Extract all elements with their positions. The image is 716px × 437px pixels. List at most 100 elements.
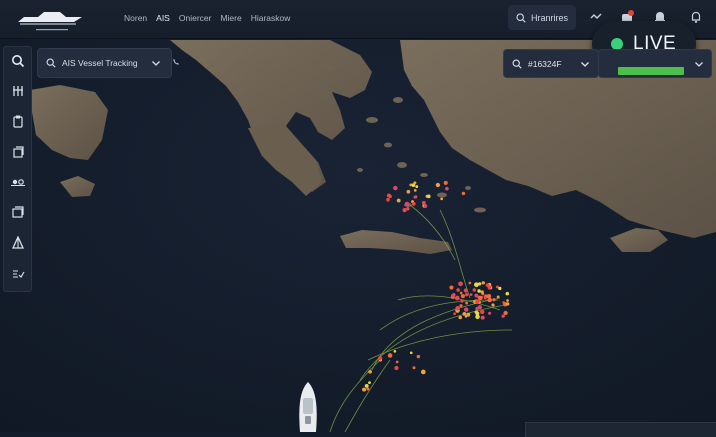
vessel-dot[interactable] [420, 369, 426, 375]
vessel-dot[interactable] [456, 288, 460, 292]
vessel-dot[interactable] [487, 297, 493, 303]
vessel-dot[interactable] [474, 293, 479, 298]
layer-select[interactable]: AIS Vessel Tracking [37, 48, 172, 78]
phone-icon[interactable] [172, 58, 180, 66]
vessel-dot[interactable] [465, 301, 469, 305]
vessel-dot[interactable] [480, 290, 484, 294]
vessel-dot[interactable] [456, 306, 460, 311]
vessel-dot[interactable] [366, 387, 370, 391]
vessel-dot[interactable] [415, 185, 419, 188]
vessel-dot[interactable] [488, 311, 492, 315]
vessel-dot[interactable] [458, 281, 462, 285]
vessel-dot[interactable] [449, 285, 454, 290]
tool-settings[interactable] [4, 169, 31, 195]
vessel-dot[interactable] [506, 302, 510, 306]
notifications-icon[interactable] [688, 9, 704, 25]
tool-stack[interactable] [4, 139, 31, 165]
vessel-dot[interactable] [378, 356, 383, 361]
vessel-dot[interactable] [477, 305, 483, 310]
vessel-dot[interactable] [477, 295, 483, 301]
vessel-dot[interactable] [501, 314, 505, 318]
vessel-dot[interactable] [393, 350, 397, 353]
vessel-dot[interactable] [406, 206, 410, 211]
vessel-dot[interactable] [505, 291, 510, 296]
vessel-dot[interactable] [479, 309, 485, 315]
vessel-dot[interactable] [461, 191, 466, 196]
vessel-dot[interactable] [458, 315, 463, 320]
vessel-dot[interactable] [368, 369, 372, 374]
vessel-dot[interactable] [396, 198, 401, 203]
vessel-dot[interactable] [491, 303, 495, 307]
vessel-dot[interactable] [453, 312, 457, 316]
vessel-dot[interactable] [426, 194, 431, 199]
vessel-dot[interactable] [368, 381, 371, 385]
vessel-dot[interactable] [459, 304, 463, 308]
tool-filter[interactable] [4, 261, 31, 287]
vessel-dot[interactable] [445, 186, 449, 191]
nav-item[interactable]: Hiaraskow [251, 13, 291, 23]
vessel-dot[interactable] [395, 360, 399, 364]
vessel-dot[interactable] [468, 281, 472, 285]
vessel-dot[interactable] [487, 293, 492, 299]
vessel-dot[interactable] [435, 182, 441, 188]
nav-item[interactable]: Oniercer [179, 13, 212, 23]
vessel-dot[interactable] [466, 312, 471, 317]
vessel-dot[interactable] [423, 204, 428, 208]
vessel-dot[interactable] [387, 353, 393, 358]
status-panel[interactable] [598, 49, 712, 78]
vessel-dot[interactable] [364, 383, 369, 388]
vessel-dot[interactable] [454, 295, 460, 301]
vessel-dot[interactable] [460, 294, 465, 299]
vessel-dot[interactable] [406, 189, 411, 194]
vessel-dot[interactable] [413, 188, 417, 192]
vessel-dot[interactable] [483, 296, 487, 300]
vessel-dot[interactable] [464, 293, 469, 297]
route-icon[interactable] [588, 9, 604, 25]
nav-item[interactable]: Noren [124, 13, 147, 23]
vessel-dot[interactable] [411, 202, 416, 206]
vessel-dot[interactable] [460, 299, 464, 303]
tool-layers[interactable] [4, 78, 31, 104]
vessel-dot[interactable] [480, 315, 485, 320]
vessel-dot[interactable] [475, 314, 480, 320]
vessel-dot[interactable] [463, 307, 469, 312]
vessel-dot[interactable] [496, 295, 500, 299]
vessel-id-select[interactable]: #16324F [503, 49, 599, 78]
vessel-dot[interactable] [481, 281, 485, 285]
tool-copy[interactable] [4, 199, 31, 225]
vessel-dot[interactable] [443, 180, 448, 185]
vessel-dot[interactable] [412, 366, 416, 370]
vessel-dot[interactable] [477, 289, 481, 293]
vessel-dot[interactable] [393, 185, 398, 191]
vessel-dot[interactable] [451, 293, 455, 298]
vessel-dot[interactable] [362, 387, 367, 392]
vessel-dot[interactable] [492, 298, 496, 302]
vessel-dot[interactable] [386, 197, 390, 202]
vessel-dot[interactable] [421, 200, 426, 205]
vessel-dot[interactable] [409, 351, 413, 355]
vessel-dot[interactable] [498, 286, 502, 291]
vessel-dot[interactable] [414, 195, 418, 199]
vessel-dot[interactable] [475, 299, 480, 305]
nav-item-active[interactable]: AIS [156, 13, 170, 23]
vessel-dot[interactable] [503, 310, 508, 316]
vessel-dot[interactable] [506, 299, 509, 302]
vessel-dot[interactable] [459, 291, 463, 295]
vessel-dot[interactable] [404, 201, 410, 207]
tool-sail[interactable] [4, 230, 31, 256]
vessel-dot[interactable] [462, 312, 467, 316]
vessel-dot[interactable] [386, 193, 391, 198]
vessel-dot[interactable] [487, 285, 492, 290]
vessel-dot[interactable] [472, 288, 477, 292]
vessel-dot[interactable] [440, 197, 444, 201]
vessel-dot[interactable] [413, 181, 417, 185]
vessel-dot[interactable] [474, 282, 479, 288]
tool-clipboard[interactable] [4, 108, 31, 134]
tool-search[interactable] [4, 48, 31, 74]
vessel-dot[interactable] [416, 354, 421, 359]
yacht-logo[interactable] [14, 6, 86, 34]
top-search-button[interactable]: Hranrires [508, 5, 576, 30]
vessel-dot[interactable] [394, 365, 399, 371]
vessel-dot[interactable] [463, 288, 468, 293]
vessel-dot[interactable] [469, 293, 473, 296]
